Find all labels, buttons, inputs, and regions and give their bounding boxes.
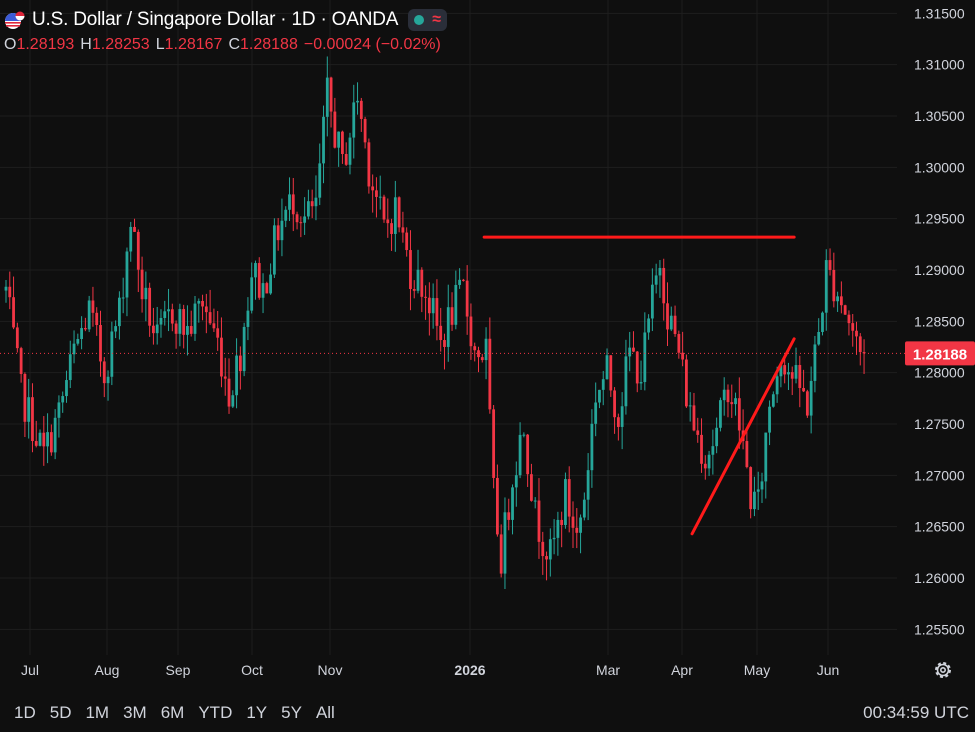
candle — [367, 138, 371, 194]
current-price-label: 1.28188 — [913, 346, 967, 363]
price-tick-label: 1.31000 — [914, 57, 965, 73]
time-tick-label: Apr — [671, 662, 693, 678]
candle — [382, 194, 386, 223]
time-tick-label: Jul — [21, 662, 39, 678]
us-sg-flag-icon — [4, 11, 26, 29]
time-tick-label: 2026 — [454, 662, 485, 678]
candle — [257, 257, 261, 300]
market-status-pill[interactable]: ≈ — [408, 9, 448, 31]
range-1m-button[interactable]: 1M — [85, 703, 109, 723]
high-value: 1.28253 — [91, 36, 150, 53]
range-all-button[interactable]: All — [316, 703, 335, 723]
price-tick-label: 1.30500 — [914, 108, 965, 124]
range-1y-button[interactable]: 1Y — [246, 703, 267, 723]
time-tick-label: Jun — [817, 662, 840, 678]
candle — [397, 196, 401, 233]
price-tick-label: 1.26000 — [914, 570, 965, 586]
price-tick-label: 1.30000 — [914, 159, 965, 175]
chart-background — [0, 0, 975, 732]
price-tick-label: 1.27500 — [914, 416, 965, 432]
time-tick-label: Aug — [95, 662, 120, 678]
symbol-title-row[interactable]: U.S. Dollar / Singapore Dollar · 1D · OA… — [0, 6, 448, 34]
candle — [805, 389, 809, 418]
gear-icon[interactable] — [932, 659, 954, 681]
time-range-bar: 1D 5D 1M 3M 6M YTD 1Y 5Y All 00:34:59 UT… — [0, 694, 975, 732]
open-label: O — [4, 36, 17, 53]
wave-icon: ≈ — [432, 11, 442, 28]
range-5d-button[interactable]: 5D — [50, 703, 72, 723]
price-tick-label: 1.29000 — [914, 262, 965, 278]
price-tick-label: 1.29500 — [914, 211, 965, 227]
candle — [843, 304, 847, 315]
time-tick-label: Nov — [318, 662, 343, 678]
candle — [272, 218, 276, 279]
time-tick-label: Oct — [241, 662, 263, 678]
price-tick-label: 1.28000 — [914, 365, 965, 381]
candle — [564, 472, 567, 529]
change-value: −0.00024 (−0.02%) — [303, 36, 441, 53]
time-tick-label: Sep — [166, 662, 191, 678]
candle — [87, 295, 91, 333]
candle — [719, 397, 722, 432]
candle — [265, 281, 269, 294]
close-value: 1.28188 — [240, 36, 298, 53]
open-value: 1.28193 — [16, 36, 75, 53]
candle — [821, 311, 824, 336]
time-tick-label: May — [744, 662, 770, 678]
ohlc-legend: O 1.28193 H 1.28253 L 1.28167 C 1.28188 … — [4, 34, 447, 56]
symbol-title[interactable]: U.S. Dollar / Singapore Dollar · 1D · OA… — [32, 9, 398, 31]
range-6m-button[interactable]: 6M — [161, 703, 185, 723]
range-5y-button[interactable]: 5Y — [281, 703, 302, 723]
price-chart[interactable]: 1.31500 1.31000 1.30500 1.30000 1.29500 1.290… — [0, 0, 975, 732]
candle — [685, 354, 688, 408]
market-open-dot-icon — [414, 15, 425, 25]
candle — [492, 405, 496, 489]
high-label: H — [80, 36, 92, 53]
close-label: C — [228, 36, 241, 53]
chart-header: U.S. Dollar / Singapore Dollar · 1D · OA… — [0, 6, 448, 62]
range-3m-button[interactable]: 3M — [123, 703, 147, 723]
utc-clock[interactable]: 00:34:59 UTC — [863, 703, 969, 723]
candle — [242, 322, 246, 377]
price-tick-label: 1.27000 — [914, 467, 965, 483]
range-1d-button[interactable]: 1D — [14, 703, 36, 723]
low-label: L — [155, 36, 165, 53]
low-value: 1.28167 — [164, 36, 223, 53]
time-tick-label: Mar — [596, 662, 620, 678]
range-ytd-button[interactable]: YTD — [198, 703, 232, 723]
price-tick-label: 1.28500 — [914, 313, 965, 329]
price-tick-label: 1.25500 — [914, 621, 965, 637]
price-tick-label: 1.31500 — [914, 5, 965, 21]
price-tick-label: 1.26500 — [914, 519, 965, 535]
